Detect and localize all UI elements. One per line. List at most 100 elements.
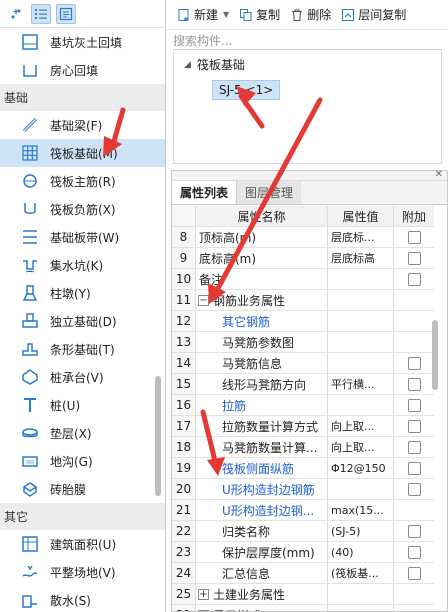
delete-button[interactable]: 删除: [286, 4, 335, 26]
nav-item-cushion[interactable]: 垫层(X): [0, 419, 165, 447]
nav-item-isolated-footing[interactable]: 独立基础(D): [0, 307, 165, 335]
attach-checkbox[interactable]: [407, 356, 421, 370]
property-row[interactable]: 16 拉筋: [172, 395, 434, 416]
property-value[interactable]: [328, 269, 394, 289]
property-value[interactable]: [328, 311, 394, 331]
property-value[interactable]: 层底标...: [328, 227, 394, 247]
property-row[interactable]: 18 马凳筋数量计算... 向上取...: [172, 437, 434, 458]
property-row[interactable]: 15 线形马凳筋方向 平行横...: [172, 374, 434, 395]
attach-checkbox[interactable]: [407, 566, 421, 580]
property-row[interactable]: 22 归类名称 (SJ-5): [172, 521, 434, 542]
nav-item-sump[interactable]: 集水坑(K): [0, 251, 165, 279]
grid-header: 属性名称 属性值 附加: [172, 206, 434, 227]
row-number: 8: [172, 227, 196, 247]
property-value[interactable]: 向上取...: [328, 416, 394, 436]
floor-copy-button[interactable]: 层间复制: [337, 4, 410, 26]
detail-view-icon[interactable]: [56, 3, 76, 24]
panel-titlebar: ✕: [172, 171, 447, 181]
property-row[interactable]: 11− 钢筋业务属性: [172, 290, 434, 311]
property-row[interactable]: 24 汇总信息 (筏板基...: [172, 563, 434, 584]
category-foundation[interactable]: 基础: [0, 84, 165, 111]
property-row[interactable]: 19 筏板侧面纵筋 Φ12@150: [172, 458, 434, 479]
tab-layer-manager[interactable]: 图层管理: [237, 181, 302, 204]
main-rebar-icon: [20, 171, 40, 191]
tab-property-list[interactable]: 属性列表: [172, 181, 238, 204]
property-value[interactable]: 平行横...: [328, 374, 394, 394]
chevron-down-icon[interactable]: ▼: [223, 10, 229, 19]
property-row[interactable]: 31+显示样式: [172, 605, 434, 611]
nav-item-room-fill[interactable]: 房心回填: [0, 56, 165, 84]
property-value[interactable]: [328, 584, 394, 604]
attach-checkbox[interactable]: [407, 230, 421, 244]
close-icon[interactable]: ✕: [435, 171, 443, 180]
category-other[interactable]: 其它: [0, 503, 165, 530]
property-value[interactable]: [328, 605, 394, 611]
nav-item-main-rebar[interactable]: 筏板主筋(R): [0, 167, 165, 195]
attach-checkbox[interactable]: [407, 545, 421, 559]
property-value[interactable]: (40): [328, 542, 394, 562]
property-value[interactable]: max(15...: [328, 500, 394, 520]
tree-root[interactable]: ◢ 筏板基础: [184, 56, 245, 73]
nav-item-building-area[interactable]: 建筑面积(U): [0, 530, 165, 558]
expand-icon[interactable]: +: [198, 588, 209, 600]
property-row[interactable]: 21 U形构造封边钢... max(15...: [172, 500, 434, 521]
left-scrollbar[interactable]: [155, 376, 161, 496]
attach-cell: [394, 353, 434, 373]
property-value[interactable]: (筏板基...: [328, 563, 394, 583]
attach-checkbox[interactable]: [407, 461, 421, 475]
props-scrollbar[interactable]: [432, 320, 438, 390]
property-row[interactable]: 25 + 土建业务属性: [172, 584, 434, 605]
new-button[interactable]: 新建 ▼: [173, 4, 233, 26]
attach-checkbox[interactable]: [407, 440, 421, 454]
nav-item-strip-footing[interactable]: 条形基础(T): [0, 335, 165, 363]
nav-item-raft-foundation[interactable]: 筏板基础(M): [0, 139, 165, 167]
header-add: 附加: [401, 209, 426, 224]
attach-checkbox[interactable]: [407, 482, 421, 496]
property-value[interactable]: Φ12@150: [328, 458, 394, 478]
attach-checkbox[interactable]: [407, 398, 421, 412]
property-row[interactable]: 20 U形构造封边钢筋: [172, 479, 434, 500]
nav-item-beam[interactable]: 基础梁(F): [0, 111, 165, 139]
expand-icon[interactable]: [6, 4, 26, 24]
property-row[interactable]: 9 底标高(m) 层底标高: [172, 248, 434, 269]
nav-item-negative-rebar[interactable]: 筏板负筋(X): [0, 195, 165, 223]
property-row[interactable]: 23 保护层厚度(mm) (40): [172, 542, 434, 563]
collapse-icon[interactable]: −: [198, 294, 209, 306]
nav-item-slab-band[interactable]: 基础板带(W): [0, 223, 165, 251]
property-row[interactable]: 10 备注: [172, 269, 434, 290]
property-value[interactable]: [328, 353, 394, 373]
property-value[interactable]: [328, 395, 394, 415]
tree-node-selected[interactable]: SJ-5 <1>: [212, 80, 281, 100]
property-row[interactable]: 8 顶标高(m) 层底标...: [172, 227, 434, 248]
property-row[interactable]: 14 马凳筋信息: [172, 353, 434, 374]
property-value[interactable]: 层底标高: [328, 248, 394, 268]
tree-collapse-icon[interactable]: ◢: [184, 60, 191, 70]
nav-item-pile-cap[interactable]: 桩承台(V): [0, 363, 165, 391]
copy-button[interactable]: 复制: [235, 4, 284, 26]
nav-item-trench[interactable]: 地沟(G): [0, 447, 165, 475]
nav-item-brick-mould[interactable]: 砖胎膜: [0, 475, 165, 503]
property-value[interactable]: 向上取...: [328, 437, 394, 457]
property-value[interactable]: [328, 290, 394, 310]
search-input[interactable]: [173, 32, 423, 49]
attach-checkbox[interactable]: [407, 377, 421, 391]
floor-copy-icon: [342, 8, 355, 21]
property-name: 底标高(m): [199, 251, 257, 266]
property-row[interactable]: 17 拉筋数量计算方式 向上取...: [172, 416, 434, 437]
nav-item-apron[interactable]: 散水(S): [0, 586, 165, 612]
attach-checkbox[interactable]: [407, 251, 421, 265]
nav-item-column-pier[interactable]: 柱墩(Y): [0, 279, 165, 307]
property-row[interactable]: 13 马凳筋参数图: [172, 332, 434, 353]
attach-checkbox[interactable]: [407, 272, 421, 286]
attach-checkbox[interactable]: [407, 524, 421, 538]
list-view-icon[interactable]: [31, 3, 51, 24]
property-value[interactable]: [328, 479, 394, 499]
nav-item-site-levelling[interactable]: 平整场地(V): [0, 558, 165, 586]
property-row[interactable]: 12 其它钢筋: [172, 311, 434, 332]
property-value[interactable]: (SJ-5): [328, 521, 394, 541]
nav-item-pile[interactable]: 桩(U): [0, 391, 165, 419]
property-value[interactable]: [328, 332, 394, 352]
row-number: 10: [172, 269, 196, 289]
nav-item-fill[interactable]: 基坑灰土回填: [0, 28, 165, 56]
attach-checkbox[interactable]: [407, 419, 421, 433]
